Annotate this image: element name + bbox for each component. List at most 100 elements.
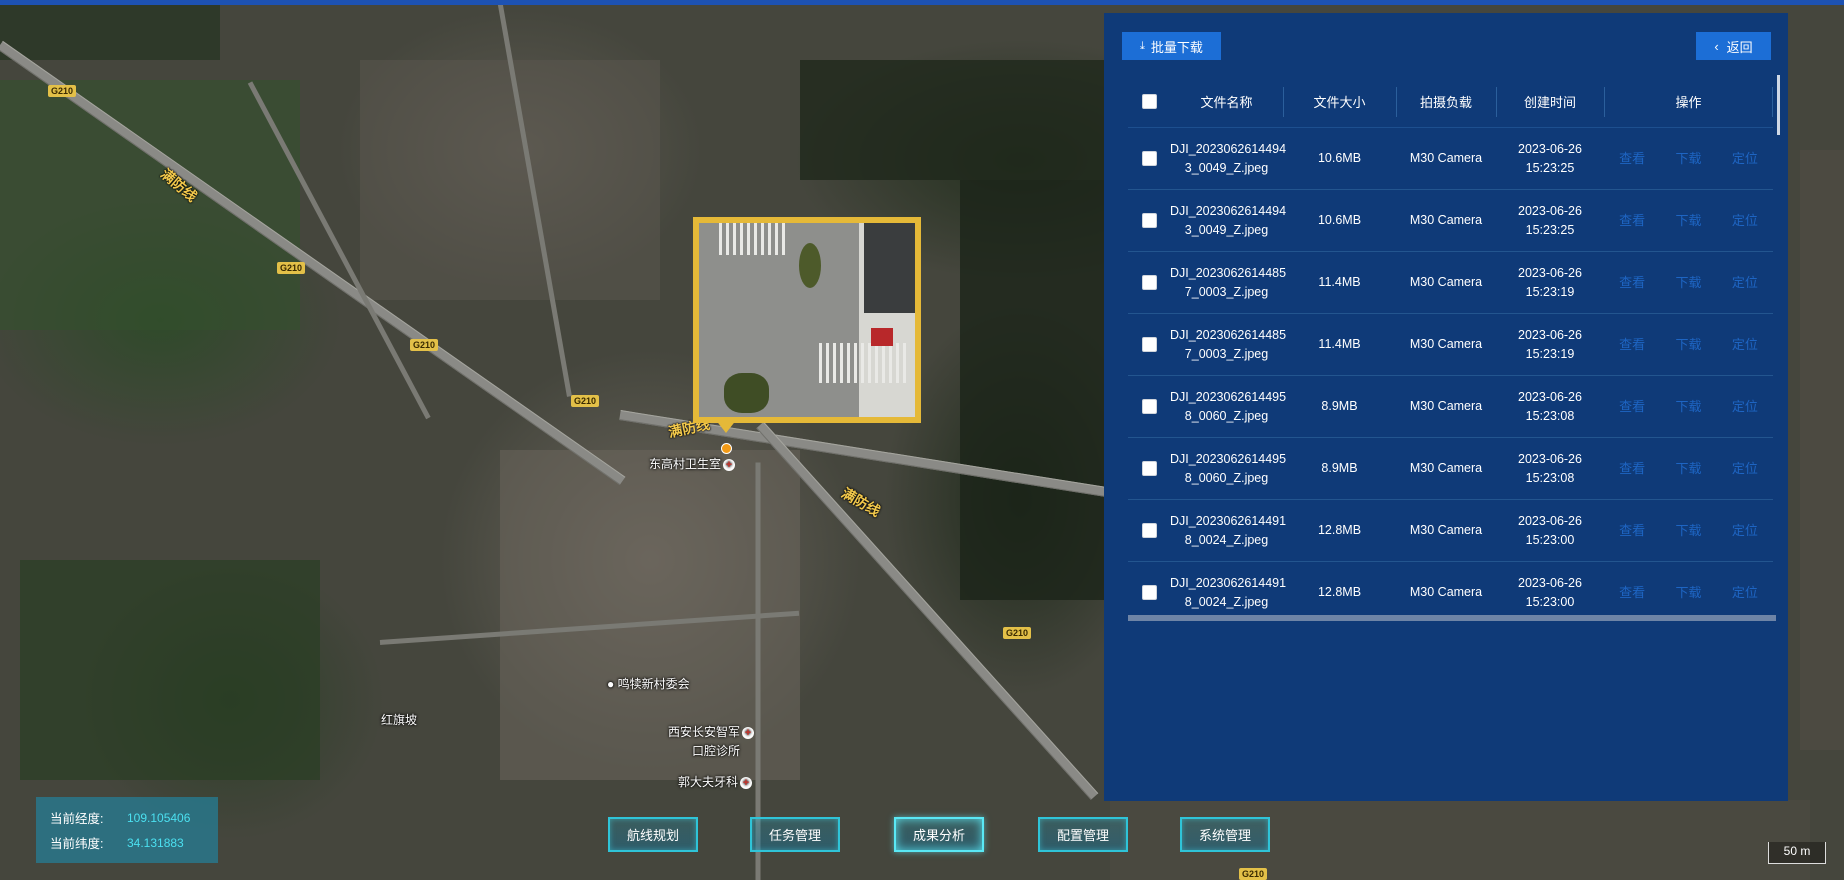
- download-link[interactable]: 下载: [1675, 211, 1701, 230]
- road-label: G210: [571, 395, 600, 407]
- photo-preview-marker[interactable]: [693, 217, 921, 423]
- table-row: DJI_2023062614494 3_0049_Z.jpeg 10.6MB M30 …: [1128, 190, 1773, 252]
- poi-clinic[interactable]: 东高村卫生室 +: [649, 455, 736, 472]
- view-link[interactable]: 查看: [1619, 273, 1645, 292]
- locate-link[interactable]: 定位: [1732, 397, 1758, 416]
- download-link[interactable]: 下载: [1675, 273, 1701, 292]
- marker-location-dot[interactable]: [721, 443, 732, 454]
- map-field: [0, 0, 220, 60]
- row-checkbox[interactable]: [1141, 337, 1157, 352]
- poi-dental-clinic[interactable]: 西安长安智军 +: [668, 723, 755, 740]
- created-time: 15:23:19: [1525, 284, 1575, 299]
- row-check-cell: [1128, 213, 1170, 228]
- latitude-label: 当前纬度:: [50, 837, 104, 851]
- nav-result-analysis[interactable]: 成果分析: [894, 817, 984, 852]
- horizontal-scrollbar[interactable]: [1128, 615, 1776, 621]
- file-name-line1: DJI_2023062614494: [1170, 203, 1287, 218]
- locate-link[interactable]: 定位: [1732, 273, 1758, 292]
- download-link[interactable]: 下载: [1675, 459, 1701, 478]
- row-check-cell: [1128, 585, 1170, 600]
- operations-cell: 查看 下载 定位: [1604, 521, 1773, 540]
- file-name-cell: DJI_2023062614494 3_0049_Z.jpeg: [1170, 202, 1287, 240]
- poi-dot-icon: ●: [607, 677, 618, 691]
- row-checkbox[interactable]: [1141, 151, 1157, 166]
- medical-cross-icon: +: [742, 726, 755, 739]
- file-name-line2: 8_0024_Z.jpeg: [1184, 532, 1269, 547]
- back-button[interactable]: ‹ 返回: [1696, 32, 1771, 60]
- view-link[interactable]: 查看: [1619, 149, 1645, 168]
- file-name-cell: DJI_2023062614495 8_0060_Z.jpeg: [1170, 450, 1286, 488]
- view-link[interactable]: 查看: [1619, 397, 1645, 416]
- marker-pin: [715, 419, 737, 433]
- nav-task-management[interactable]: 任务管理: [750, 817, 840, 852]
- view-link[interactable]: 查看: [1619, 459, 1645, 478]
- created-time: 15:23:00: [1525, 594, 1575, 609]
- table-row: DJI_2023062614491 8_0024_Z.jpeg 12.8MB M30 …: [1128, 562, 1773, 620]
- latitude-value: 34.131883: [127, 835, 184, 850]
- batch-download-button[interactable]: ⤓ 批量下载: [1122, 32, 1221, 60]
- row-checkbox[interactable]: [1141, 275, 1157, 290]
- longitude-row: 当前经度: 109.105406: [50, 805, 204, 830]
- file-name-cell: DJI_2023062614485 7_0003_Z.jpeg: [1170, 326, 1286, 364]
- row-check-cell: [1128, 151, 1170, 166]
- header-file-name: 文件名称: [1200, 94, 1253, 110]
- row-check-cell: [1128, 337, 1170, 352]
- view-link[interactable]: 查看: [1619, 211, 1645, 230]
- nav-system-management[interactable]: 系统管理: [1180, 817, 1270, 852]
- row-check-cell: [1128, 461, 1170, 476]
- table-row: DJI_2023062614494 3_0049_Z.jpeg 10.6MB M30 …: [1128, 128, 1773, 190]
- select-all-checkbox[interactable]: [1141, 93, 1157, 109]
- locate-link[interactable]: 定位: [1732, 335, 1758, 354]
- locate-link[interactable]: 定位: [1732, 211, 1758, 230]
- created-date: 2023-06-26: [1518, 389, 1582, 404]
- header-operations: 操作: [1675, 94, 1702, 110]
- map-field: [960, 180, 1120, 600]
- road-label: G210: [410, 339, 439, 351]
- operations-cell: 查看 下载 定位: [1604, 583, 1773, 602]
- poi-village[interactable]: 红旗坡: [381, 711, 417, 728]
- building-roof: [864, 223, 915, 313]
- download-link[interactable]: 下载: [1675, 397, 1701, 416]
- table-row: DJI_2023062614485 7_0003_Z.jpeg 11.4MB M30 …: [1128, 252, 1773, 314]
- file-name-line2: 7_0003_Z.jpeg: [1184, 346, 1269, 361]
- column-separator: [1283, 87, 1284, 117]
- nav-route-planning[interactable]: 航线规划: [608, 817, 698, 852]
- road-label: G210: [277, 262, 306, 274]
- locate-link[interactable]: 定位: [1732, 149, 1758, 168]
- back-label: 返回: [1726, 39, 1753, 55]
- created-date: 2023-06-26: [1518, 327, 1582, 342]
- locate-link[interactable]: 定位: [1732, 521, 1758, 540]
- row-checkbox[interactable]: [1141, 399, 1157, 414]
- view-link[interactable]: 查看: [1619, 335, 1645, 354]
- operations-cell: 查看 下载 定位: [1604, 335, 1773, 354]
- locate-link[interactable]: 定位: [1732, 583, 1758, 602]
- header-file-size: 文件大小: [1313, 94, 1366, 110]
- row-checkbox[interactable]: [1141, 523, 1157, 538]
- download-link[interactable]: 下载: [1675, 149, 1701, 168]
- poi-village-committee[interactable]: ● 鸣犊新村委会: [607, 675, 690, 692]
- download-link[interactable]: 下载: [1675, 583, 1701, 602]
- download-link[interactable]: 下载: [1675, 521, 1701, 540]
- created-time-cell: 2023-06-26 15:23:19: [1496, 264, 1604, 302]
- view-link[interactable]: 查看: [1619, 583, 1645, 602]
- vertical-scrollbar[interactable]: [1777, 75, 1780, 135]
- crosswalk: [819, 343, 909, 383]
- download-link[interactable]: 下载: [1675, 335, 1701, 354]
- poi-dental-clinic-line2[interactable]: 口腔诊所: [692, 742, 740, 759]
- file-name-line2: 8_0060_Z.jpeg: [1184, 470, 1269, 485]
- file-size-cell: 11.4MB: [1318, 275, 1361, 289]
- table-row: DJI_2023062614491 8_0024_Z.jpeg 12.8MB M30 …: [1128, 500, 1773, 562]
- batch-download-label: 批量下载: [1150, 39, 1203, 55]
- map-field: [0, 80, 300, 330]
- poi-dentist[interactable]: 郭大夫牙科 +: [678, 773, 753, 790]
- created-time-cell: 2023-06-26 15:23:19: [1496, 326, 1604, 364]
- nav-config-management[interactable]: 配置管理: [1038, 817, 1128, 852]
- view-link[interactable]: 查看: [1619, 521, 1645, 540]
- payload-cell: M30 Camera: [1409, 461, 1483, 475]
- row-checkbox[interactable]: [1141, 213, 1157, 228]
- payload-cell: M30 Camera: [1409, 275, 1483, 289]
- row-checkbox[interactable]: [1141, 585, 1157, 600]
- row-checkbox[interactable]: [1141, 461, 1157, 476]
- locate-link[interactable]: 定位: [1732, 459, 1758, 478]
- created-time: 15:23:25: [1525, 160, 1575, 175]
